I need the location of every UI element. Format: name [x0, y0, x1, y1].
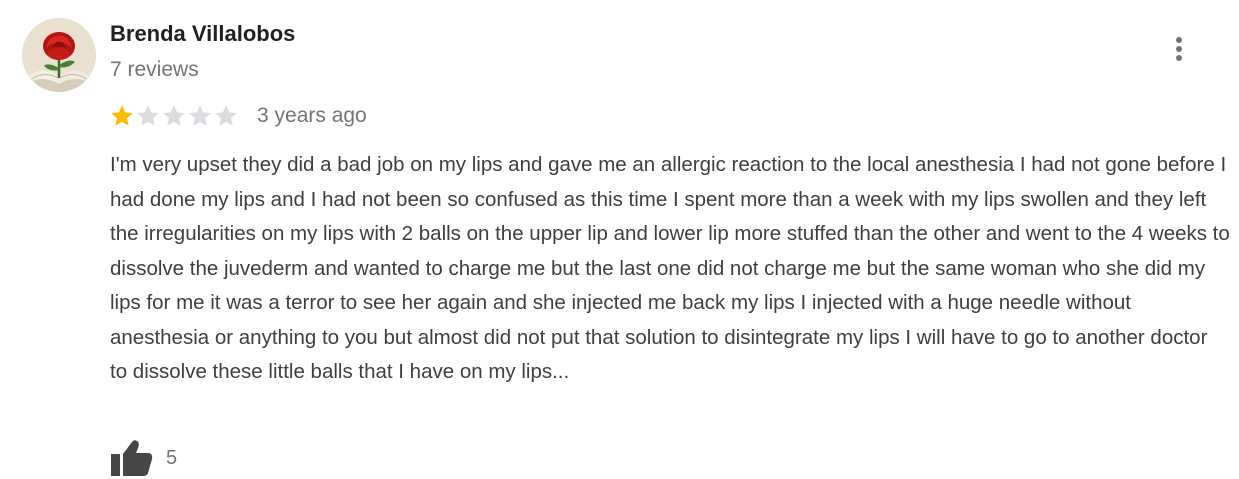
like-count: 5 — [166, 446, 178, 469]
rating-row: 3 years ago — [109, 102, 367, 130]
author-review-count[interactable]: 7 reviews — [110, 57, 199, 83]
review-text: I'm very upset they did a bad job on my … — [110, 153, 1230, 383]
like-row: 5 — [110, 438, 177, 478]
star-filled-icon — [111, 105, 133, 126]
author-avatar[interactable] — [22, 18, 96, 92]
more-vert-icon — [1176, 37, 1182, 43]
more-vert-icon-dot — [1176, 46, 1182, 52]
thumbs-up-icon — [111, 440, 153, 476]
star-empty-icon — [189, 105, 211, 126]
star-empty-icon — [215, 105, 237, 126]
author-name[interactable]: Brenda Villalobos — [110, 20, 295, 48]
review-date: 3 years ago — [257, 104, 367, 127]
rose-avatar-icon — [22, 18, 96, 92]
star-empty-icon — [163, 105, 185, 126]
star-empty-icon — [137, 105, 159, 126]
star-rating — [109, 103, 239, 129]
more-options-button[interactable] — [1162, 32, 1196, 66]
like-button[interactable] — [110, 438, 154, 478]
review-card: Brenda Villalobos 7 reviews 3 years ago … — [0, 0, 1239, 479]
more-vert-icon-dot — [1176, 55, 1182, 61]
